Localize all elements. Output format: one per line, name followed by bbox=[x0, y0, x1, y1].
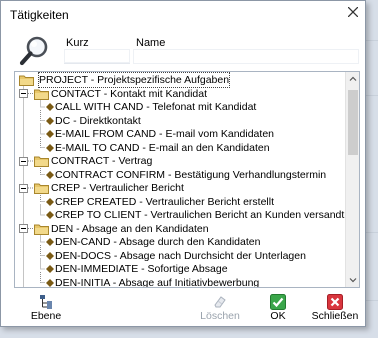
activity-diamond-icon bbox=[46, 265, 54, 273]
ebene-label: Ebene bbox=[30, 310, 62, 322]
kurz-input[interactable] bbox=[64, 49, 130, 64]
tree-items: PROJECT - Projektspezifische Aufgaben CON… bbox=[15, 72, 345, 287]
scroll-down-icon[interactable] bbox=[346, 273, 360, 287]
tree-leaf-item[interactable]: DEN-INITIA - Absage auf Initiativbewerbu… bbox=[15, 276, 345, 288]
search-area: Kurz Name bbox=[11, 31, 361, 69]
activity-diamond-icon bbox=[46, 143, 54, 152]
collapse-icon[interactable] bbox=[19, 183, 28, 193]
ebene-button[interactable]: Ebene bbox=[26, 293, 66, 325]
tree-leaf-item[interactable]: DEN-IMMEDIATE - Sofortige Absage bbox=[15, 262, 345, 276]
tree-item-label: DEN-DOCS - Absage nach Durchsicht der Un… bbox=[55, 249, 306, 262]
title-bar: Tätigkeiten bbox=[1, 1, 365, 28]
schliessen-label: Schließen bbox=[311, 310, 359, 322]
tree-item-label: PROJECT - Projektspezifische Aufgaben bbox=[37, 72, 231, 88]
tree-item-label: CALL WITH CAND - Telefonat mit Kandidat bbox=[55, 101, 257, 113]
tree-item-label: CONTRACT CONFIRM - Bestätigung Verhandlu… bbox=[55, 168, 327, 181]
close-red-icon bbox=[327, 294, 343, 310]
tree-leaf-item[interactable]: E-MAIL FROM CAND - E-mail vom Kandidaten bbox=[15, 127, 345, 141]
activity-diamond-icon bbox=[46, 251, 54, 260]
tree-group-item[interactable]: CREP - Vertraulicher Bericht bbox=[15, 181, 345, 195]
folder-icon bbox=[19, 75, 34, 86]
schliessen-button[interactable]: Schließen bbox=[311, 293, 359, 325]
activity-diamond-icon bbox=[46, 103, 54, 111]
activity-diamond-icon bbox=[46, 211, 54, 219]
delete-icon bbox=[214, 296, 226, 308]
magnifier-icon bbox=[19, 36, 48, 66]
checkmark-icon bbox=[270, 294, 286, 310]
tree-leaf-item[interactable]: CREP TO CLIENT - Vertraulichen Bericht a… bbox=[15, 208, 345, 222]
tree-group-item[interactable]: CONTRACT - Vertrag bbox=[15, 154, 345, 168]
tree-leaf-item[interactable]: CREP CREATED - Vertraulicher Bericht ers… bbox=[15, 195, 345, 209]
vertical-scrollbar[interactable] bbox=[345, 72, 359, 287]
tree-leaf-item[interactable]: DC - Direktkontakt bbox=[15, 114, 345, 128]
ok-button[interactable]: OK bbox=[263, 293, 293, 325]
window-title: Tätigkeiten bbox=[10, 8, 69, 22]
tree-item-label: CONTACT - Kontakt mit Kandidat bbox=[51, 87, 207, 100]
folder-icon bbox=[34, 183, 49, 194]
tree-leaf-item[interactable]: E-MAIL TO CAND - E-mail an den Kandidate… bbox=[15, 141, 345, 155]
tree-item-label: DEN-INITIA - Absage auf Initiativbewerbu… bbox=[55, 276, 260, 288]
button-toolbar: Ebene Löschen OK Schließen bbox=[1, 291, 365, 327]
activity-diamond-icon bbox=[46, 116, 54, 125]
collapse-icon[interactable] bbox=[19, 224, 28, 233]
tree-group-item[interactable]: PROJECT - Projektspezifische Aufgaben bbox=[15, 72, 345, 88]
folder-icon bbox=[34, 89, 49, 100]
kurz-label: Kurz bbox=[66, 37, 89, 49]
folder-icon bbox=[34, 224, 49, 235]
close-icon bbox=[348, 7, 358, 17]
activity-diamond-icon bbox=[46, 197, 54, 206]
collapse-icon[interactable] bbox=[19, 89, 28, 98]
tree-item-label: CREP TO CLIENT - Vertraulichen Bericht a… bbox=[55, 209, 345, 221]
tree-group-item[interactable]: DEN - Absage an den Kandidaten bbox=[15, 222, 345, 236]
tree-item-label: DEN-IMMEDIATE - Sofortige Absage bbox=[55, 263, 228, 275]
tree-item-label: E-MAIL FROM CAND - E-mail vom Kandidaten bbox=[55, 128, 274, 140]
loeschen-button[interactable]: Löschen bbox=[195, 293, 245, 325]
tree-item-label: DEN-CAND - Absage durch den Kandidaten bbox=[55, 236, 261, 248]
tree-item-label: CREP - Vertraulicher Bericht bbox=[51, 182, 184, 194]
tree-item-label: E-MAIL TO CAND - E-mail an den Kandidate… bbox=[55, 141, 270, 154]
activity-diamond-icon bbox=[46, 130, 54, 138]
tree-leaf-item[interactable]: CALL WITH CAND - Telefonat mit Kandidat bbox=[15, 100, 345, 114]
close-button[interactable] bbox=[341, 1, 365, 23]
name-input[interactable] bbox=[133, 49, 359, 64]
ok-label: OK bbox=[270, 310, 286, 322]
tree-item-label: DEN - Absage an den Kandidaten bbox=[51, 222, 209, 235]
collapse-icon[interactable] bbox=[19, 156, 28, 166]
hierarchy-icon bbox=[40, 295, 52, 309]
tree-item-label: DC - Direktkontakt bbox=[55, 114, 141, 127]
activity-diamond-icon bbox=[46, 278, 54, 287]
tree-leaf-item[interactable]: DEN-DOCS - Absage nach Durchsicht der Un… bbox=[15, 249, 345, 263]
activity-diamond-icon bbox=[46, 238, 54, 246]
activity-tree[interactable]: PROJECT - Projektspezifische Aufgaben CON… bbox=[14, 71, 360, 288]
scroll-up-icon[interactable] bbox=[346, 72, 360, 86]
tree-group-item[interactable]: CONTACT - Kontakt mit Kandidat bbox=[15, 87, 345, 101]
loeschen-label: Löschen bbox=[200, 310, 240, 322]
activity-diamond-icon bbox=[46, 170, 54, 179]
taetigkeiten-dialog: Tätigkeiten Kurz Name PROJECT - Projekts… bbox=[0, 0, 366, 327]
scrollbar-thumb[interactable] bbox=[348, 90, 358, 155]
folder-icon bbox=[34, 156, 49, 167]
tree-leaf-item[interactable]: DEN-CAND - Absage durch den Kandidaten bbox=[15, 235, 345, 249]
tree-item-label: CONTRACT - Vertrag bbox=[51, 155, 153, 167]
name-label: Name bbox=[136, 37, 166, 49]
tree-leaf-item[interactable]: CONTRACT CONFIRM - Bestätigung Verhandlu… bbox=[15, 168, 345, 182]
tree-item-label: CREP CREATED - Vertraulicher Bericht ers… bbox=[55, 195, 275, 208]
